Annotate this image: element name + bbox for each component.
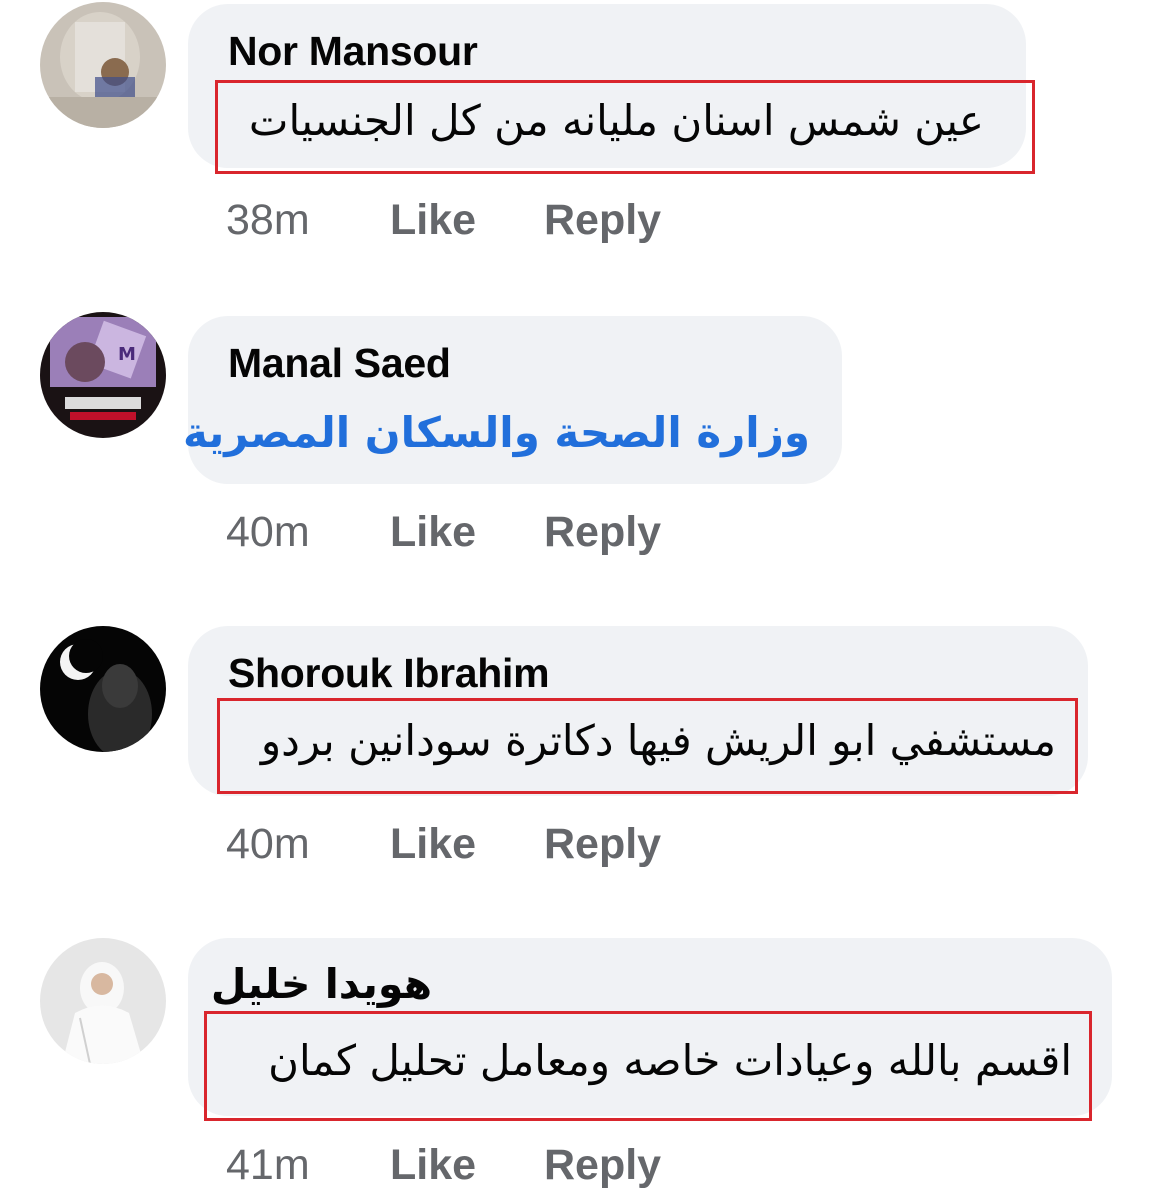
like-button[interactable]: Like <box>390 508 476 557</box>
avatar[interactable]: M <box>40 312 166 438</box>
avatar[interactable] <box>40 626 166 752</box>
reply-button[interactable]: Reply <box>544 820 661 869</box>
comment-author[interactable]: Nor Mansour <box>228 28 478 75</box>
comment-timestamp[interactable]: 38m <box>226 196 310 245</box>
comment-timestamp[interactable]: 41m <box>226 1141 310 1190</box>
comment-author[interactable]: هويدا خليل <box>211 960 432 1008</box>
comment-author[interactable]: Shorouk Ibrahim <box>228 650 550 697</box>
avatar[interactable] <box>40 2 166 128</box>
avatar[interactable] <box>40 938 166 1064</box>
comment-text: اقسم بالله وعيادات خاصه ومعامل تحليل كما… <box>268 1036 1072 1085</box>
reply-button[interactable]: Reply <box>544 508 661 557</box>
comment-bubble: Manal Saed <box>188 316 842 484</box>
comment-text-link[interactable]: وزارة الصحة والسكان المصرية <box>183 408 810 457</box>
like-button[interactable]: Like <box>390 820 476 869</box>
comment-text: مستشفي ابو الريش فيها دكاترة سودانين برد… <box>260 716 1056 765</box>
comment-author[interactable]: Manal Saed <box>228 340 451 387</box>
comment-text: عين شمس اسنان مليانه من كل الجنسيات <box>248 96 984 145</box>
reply-button[interactable]: Reply <box>544 196 661 245</box>
svg-text:M: M <box>118 344 136 365</box>
reply-button[interactable]: Reply <box>544 1141 661 1190</box>
like-button[interactable]: Like <box>390 196 476 245</box>
comment-timestamp[interactable]: 40m <box>226 508 310 557</box>
comment-timestamp[interactable]: 40m <box>226 820 310 869</box>
like-button[interactable]: Like <box>390 1141 476 1190</box>
